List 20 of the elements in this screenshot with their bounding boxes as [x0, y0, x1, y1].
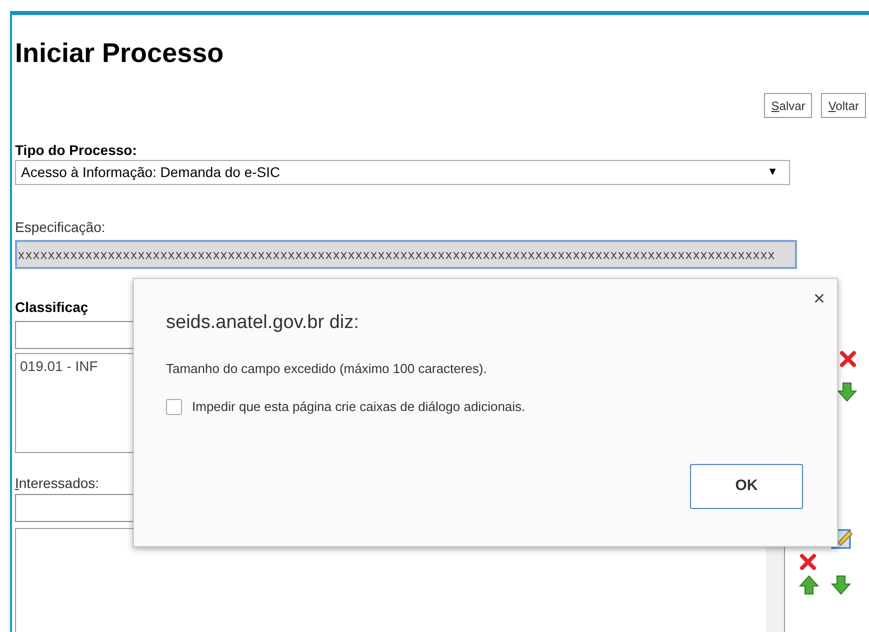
dialog-title: seids.anatel.gov.br diz: [166, 311, 359, 335]
form-button[interactable]: Voltar [821, 93, 866, 118]
ok-button[interactable]: OK [690, 464, 803, 509]
down-arrow-icon[interactable] [837, 382, 857, 402]
field-label: Tipo do Processo: [15, 141, 138, 159]
delete-icon[interactable] [799, 553, 817, 571]
process-type-select[interactable]: Acesso à Informação: Demanda do e-SIC ▼ [15, 160, 790, 185]
down-arrow-icon[interactable] [831, 575, 851, 595]
dialog-message: Tamanho do campo excedido (máximo 100 caracteres). [166, 360, 487, 378]
field-label: Especificação: [15, 218, 106, 236]
up-arrow-icon[interactable] [799, 575, 819, 595]
page-title: Iniciar Processo [15, 37, 225, 70]
specification-field[interactable]: xxxxxxxxxxxxxxxxxxxxxxxxxxxxxxxxxxxxxxxxxxxxxxxxxxxxxxxxxxxxxxxxxxxxxxxxxxxxxxxxxxxxxxxxxxxxxxxxxxxxx [15, 240, 797, 269]
checkbox[interactable] [166, 398, 182, 415]
field-label: Classificaç [15, 298, 88, 316]
delete-icon[interactable] [839, 350, 857, 368]
close-button[interactable]: × [813, 289, 825, 309]
field-label: Interessados: [15, 474, 100, 492]
checkbox-label: Impedir que esta página crie caixas de diálogo adicionais. [192, 398, 526, 416]
form-button[interactable]: Salvar [764, 93, 812, 118]
